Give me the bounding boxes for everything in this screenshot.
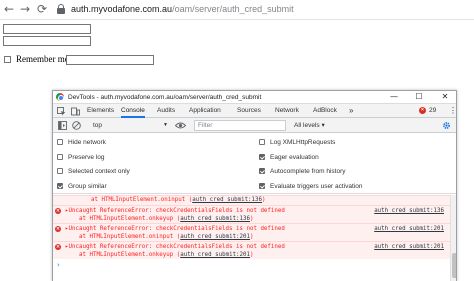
remember-me-input[interactable] (66, 55, 154, 65)
stack-source-link[interactable]: auth_cred_submit:201 (180, 234, 250, 240)
url-path: /oam/server/auth_cred_submit (172, 4, 294, 14)
live-expression-eye-icon[interactable] (175, 122, 186, 129)
console-error-message: at HTMLInputElement.oninput (auth_cred_s… (53, 195, 450, 205)
scrollbar-thumb[interactable] (452, 253, 456, 278)
remember-me-label: Remember me (16, 54, 69, 64)
error-icon: × (55, 244, 61, 250)
error-badge-icon[interactable]: × (419, 107, 426, 114)
log-levels-dropdown[interactable]: All levels ▾ (294, 118, 325, 133)
maximize-button[interactable]: ☐ (413, 92, 425, 102)
tab-adblock[interactable]: AdBlock (313, 104, 337, 118)
lock-icon[interactable] (57, 4, 65, 14)
setting-label: Autocomplete from history (270, 168, 346, 175)
stack-line: at HTMLInputElement.onkeyup (auth_cred_s… (79, 252, 254, 258)
source-link[interactable]: auth_cred_submit:201 (374, 243, 444, 251)
inspect-element-icon[interactable] (57, 107, 66, 116)
tab-application[interactable]: Application (189, 104, 221, 118)
password-input[interactable] (3, 36, 91, 46)
setting-label: Eager evaluation (270, 154, 319, 161)
more-menu-icon[interactable]: ⋮ (449, 104, 456, 118)
error-text[interactable]: ▸Uncaught ReferenceError: checkCredentia… (65, 207, 285, 215)
url-host: auth.myvodafone.com.au (71, 4, 173, 14)
tab-console[interactable]: Console (121, 104, 145, 118)
clear-console-icon[interactable] (72, 121, 81, 130)
tab-sources[interactable]: Sources (237, 104, 261, 118)
minimize-button[interactable]: — (388, 92, 400, 102)
browser-address-bar: ← → ⟳ auth.myvodafone.com.au/oam/server/… (0, 0, 474, 20)
source-link[interactable]: auth_cred_submit:136 (374, 207, 444, 215)
stack-line: at HTMLInputElement.oninput (auth_cred_s… (91, 197, 266, 203)
remember-me-checkbox[interactable] (4, 56, 11, 63)
console-scrollbar[interactable] (450, 195, 456, 281)
tab-elements[interactable]: Elements (87, 104, 114, 118)
setting-label: Group similar (68, 183, 107, 190)
devtools-window: DevTools - auth.myvodafone.com.au/oam/se… (52, 90, 457, 281)
console-settings-gear-icon[interactable] (442, 121, 451, 130)
setting-label: Preserve log (68, 154, 105, 161)
hide-network-checkbox[interactable] (57, 139, 63, 145)
back-icon[interactable]: ← (4, 2, 14, 16)
error-icon: × (55, 208, 61, 214)
devtools-tab-bar: Elements Console Audits Application Sour… (53, 104, 456, 118)
stack-source-link[interactable]: auth_cred_submit:201 (180, 252, 250, 258)
stack-line: at HTMLInputElement.oninput (auth_cred_s… (79, 234, 254, 240)
error-text[interactable]: ▸Uncaught ReferenceError: checkCredentia… (65, 225, 285, 233)
autocomplete-history-checkbox[interactable] (259, 168, 265, 174)
tab-network[interactable]: Network (275, 104, 299, 118)
console-messages: at HTMLInputElement.oninput (auth_cred_s… (53, 195, 450, 281)
console-error-message: × ▸Uncaught ReferenceError: checkCredent… (53, 205, 450, 223)
more-tabs-icon[interactable]: » (349, 104, 353, 118)
devtools-title: DevTools - auth.myvodafone.com.au/oam/se… (68, 94, 262, 101)
close-button[interactable]: ✕ (439, 92, 451, 102)
stack-source-link[interactable]: auth_cred_submit:136 (192, 197, 262, 203)
filter-input[interactable]: Filter (194, 120, 286, 131)
eager-evaluation-checkbox[interactable] (259, 154, 265, 160)
reload-icon[interactable]: ⟳ (37, 2, 47, 16)
error-text[interactable]: ▸Uncaught ReferenceError: checkCredentia… (65, 243, 285, 251)
preserve-log-checkbox[interactable] (57, 154, 63, 160)
url-field[interactable]: auth.myvodafone.com.au/oam/server/auth_c… (71, 4, 294, 14)
console-settings-pane: Hide network Preserve log Selected conte… (53, 134, 456, 194)
error-icon: × (55, 226, 61, 232)
console-error-message: × ▸Uncaught ReferenceError: checkCredent… (53, 223, 450, 241)
log-xhr-checkbox[interactable] (259, 139, 265, 145)
context-selector[interactable]: top (93, 118, 102, 133)
sidebar-toggle-icon[interactable] (58, 121, 67, 130)
stack-line: at HTMLInputElement.onkeyup (auth_cred_s… (79, 216, 254, 222)
stack-source-link[interactable]: auth_cred_submit:136 (180, 216, 250, 222)
error-count[interactable]: 29 (429, 104, 436, 118)
device-toolbar-icon[interactable] (71, 107, 80, 116)
setting-label: Log XMLHttpRequests (270, 139, 336, 146)
selected-context-checkbox[interactable] (57, 168, 63, 174)
devtools-title-bar: DevTools - auth.myvodafone.com.au/oam/se… (53, 91, 456, 104)
console-prompt-icon[interactable]: › (57, 261, 60, 269)
group-similar-checkbox[interactable] (57, 183, 63, 189)
console-error-message: × ▸Uncaught ReferenceError: checkCredent… (53, 241, 450, 259)
source-link[interactable]: auth_cred_submit:201 (374, 225, 444, 233)
setting-label: Hide network (68, 139, 106, 146)
tab-audits[interactable]: Audits (157, 104, 175, 118)
evaluate-triggers-checkbox[interactable] (259, 183, 265, 189)
forward-icon[interactable]: → (20, 2, 30, 16)
username-input[interactable] (3, 24, 91, 34)
setting-label: Selected context only (68, 168, 130, 175)
context-dropdown-icon[interactable]: ▼ (163, 118, 168, 133)
chrome-logo-icon (56, 93, 64, 101)
setting-label: Evaluate triggers user activation (270, 183, 363, 190)
console-toolbar: top ▼ Filter All levels ▾ (53, 118, 456, 133)
